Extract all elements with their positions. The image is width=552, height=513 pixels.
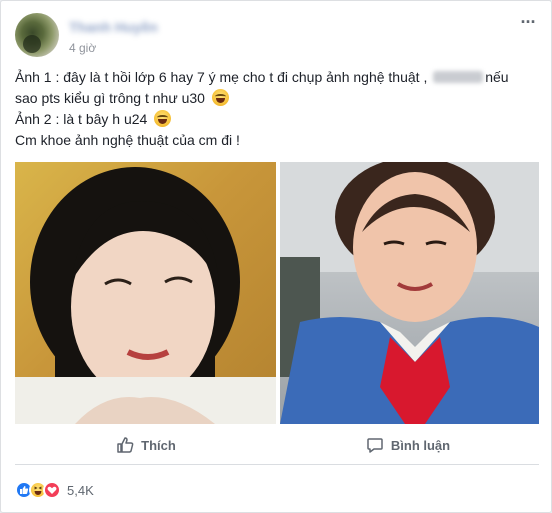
avatar[interactable]: [15, 13, 59, 57]
laughing-emoji-icon: [154, 110, 172, 127]
laughing-emoji-icon: [211, 89, 229, 106]
post-text-line-1: Ảnh 1 : đây là t hồi lớp 6 hay 7 ý mẹ ch…: [15, 69, 509, 85]
post-text-line-4: Cm khoe ảnh nghệ thuật của cm đi !: [15, 132, 240, 148]
post-actions: Thích Bình luận: [15, 427, 539, 465]
post-text: Ảnh 1 : đây là t hồi lớp 6 hay 7 ý mẹ ch…: [15, 67, 539, 151]
like-label: Thích: [141, 437, 176, 453]
love-icon: [43, 481, 61, 499]
thumbs-up-icon: [117, 437, 134, 453]
reaction-count[interactable]: 5,4K: [67, 483, 94, 498]
reaction-summary[interactable]: 5,4K: [15, 479, 94, 501]
author-name[interactable]: Thanh Huyền: [69, 19, 158, 35]
photo-1[interactable]: [15, 162, 276, 424]
comment-button[interactable]: Bình luận: [277, 427, 539, 463]
post-text-line-3: Ảnh 2 : là t bây h u24: [15, 109, 539, 130]
like-button[interactable]: Thích: [15, 427, 277, 463]
portrait-illustration-2: [280, 162, 539, 424]
comment-label: Bình luận: [390, 437, 451, 453]
portrait-illustration-1: [15, 167, 276, 424]
photo-grid: [15, 162, 539, 424]
photo-2[interactable]: [280, 162, 539, 424]
post-card: Thanh Huyền 4 giờ ··· Ảnh 1 : đây là t h…: [0, 0, 552, 513]
post-text-line-2: sao pts kiểu gì trông t như u30: [15, 88, 539, 109]
comment-bubble-icon: [367, 438, 383, 453]
post-header: Thanh Huyền 4 giờ ···: [15, 13, 541, 61]
more-options-icon[interactable]: ···: [517, 13, 539, 33]
redacted-text: [433, 71, 484, 83]
post-timestamp[interactable]: 4 giờ: [69, 41, 96, 55]
